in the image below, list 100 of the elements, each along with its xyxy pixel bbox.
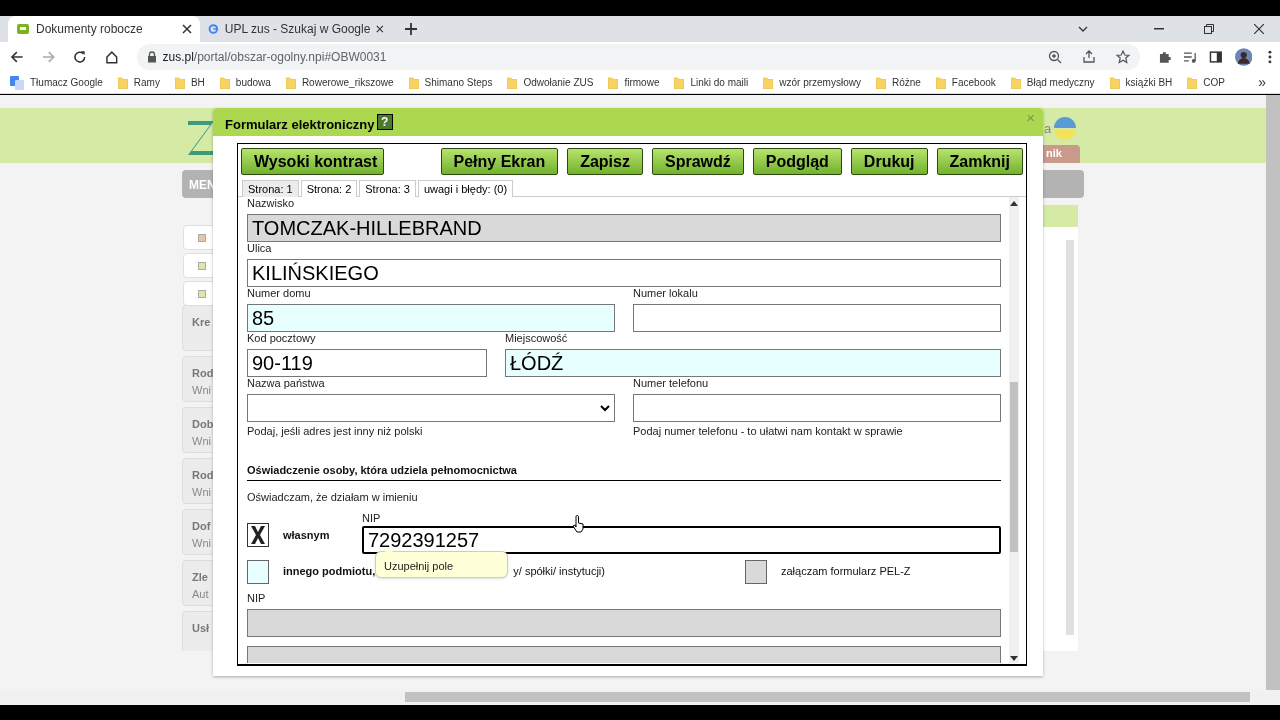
bookmark[interactable]: Ramy bbox=[117, 75, 160, 90]
field-label: Numer telefonu bbox=[633, 377, 710, 390]
help-button[interactable]: ? bbox=[376, 114, 393, 130]
field-label: NIP bbox=[362, 511, 381, 525]
toolbar-button[interactable]: Drukuj bbox=[850, 148, 928, 175]
card-subtitle: Wni bbox=[192, 434, 211, 449]
header-text: a bbox=[1044, 120, 1052, 138]
card-subtitle: Wni bbox=[192, 383, 211, 398]
field-label: Miejscowość bbox=[505, 332, 569, 345]
toolbar-button[interactable]: Pełny Ekran bbox=[440, 148, 559, 175]
input-field[interactable] bbox=[633, 394, 1001, 422]
card-title: Kre bbox=[192, 315, 211, 330]
folder-icon bbox=[174, 76, 185, 89]
input-field[interactable]: TOMCZAK-HILLEBRAND bbox=[247, 214, 1001, 242]
bookmark[interactable]: COP bbox=[1187, 75, 1225, 90]
tab-title: Dokumenty robocze bbox=[36, 21, 144, 38]
input-field[interactable]: 85 bbox=[247, 304, 615, 332]
more-icon[interactable] bbox=[1268, 50, 1272, 64]
bookmark[interactable]: Tłumacz Google bbox=[10, 75, 103, 90]
field-label: Numer lokalu bbox=[633, 287, 699, 300]
reload-icon[interactable] bbox=[73, 50, 87, 64]
folder-icon bbox=[285, 76, 296, 89]
browser-tab[interactable]: Dokumenty robocze bbox=[8, 16, 200, 42]
page-tab[interactable]: Strona: 1 bbox=[242, 180, 299, 197]
close-icon[interactable] bbox=[1254, 24, 1264, 34]
close-icon[interactable] bbox=[182, 24, 192, 34]
minimize-icon[interactable] bbox=[1154, 28, 1164, 30]
close-icon[interactable] bbox=[376, 24, 384, 34]
field-hint: Podaj numer telefonu - to ułatwi nam kontakt w sprawie bbox=[633, 424, 904, 439]
zoom-icon[interactable] bbox=[1047, 50, 1062, 64]
scroll-down-icon[interactable] bbox=[1010, 656, 1018, 661]
toolbar-button[interactable]: Podgląd bbox=[752, 148, 842, 175]
bookmark[interactable]: książki BH bbox=[1109, 75, 1173, 90]
side-panel-icon[interactable] bbox=[1208, 50, 1223, 64]
field-label: NIP bbox=[247, 591, 267, 605]
tooltip-arrow-icon bbox=[384, 546, 394, 553]
chevron-down-icon bbox=[600, 404, 610, 412]
folder-icon bbox=[1187, 76, 1198, 89]
bookmark[interactable]: Odwołanie ZUS bbox=[507, 75, 594, 90]
site-icon bbox=[16, 22, 30, 36]
card-title: Zle bbox=[192, 570, 208, 585]
bookmark[interactable]: firmowe bbox=[608, 75, 660, 90]
bookmark[interactable]: Shimano Steps bbox=[408, 75, 493, 90]
field-label: Numer domu bbox=[247, 287, 312, 300]
input-field[interactable]: ŁÓDŹ bbox=[505, 349, 1001, 377]
scrollbar-thumb[interactable] bbox=[1010, 382, 1018, 552]
input-field[interactable]: KILIŃSKIEGO bbox=[247, 259, 1001, 287]
validation-tooltip: Uzupełnij pole bbox=[375, 550, 508, 578]
bookmark[interactable]: wzór przemysłowy bbox=[763, 75, 861, 90]
toolbar-button[interactable]: Zapisz bbox=[567, 148, 643, 175]
folder-icon bbox=[763, 76, 774, 89]
page-tab[interactable]: Strona: 3 bbox=[359, 180, 416, 197]
folder-icon bbox=[117, 76, 128, 89]
back-icon[interactable] bbox=[10, 50, 24, 64]
dialog-title: Formularz elektroniczny bbox=[225, 116, 375, 135]
bookmark[interactable]: Błąd medyczny bbox=[1010, 75, 1095, 90]
page-tab[interactable]: Strona: 2 bbox=[300, 180, 358, 197]
tab-title: UPL zus - Szukaj w Google bbox=[224, 21, 371, 38]
bookmark[interactable]: budowa bbox=[219, 75, 271, 90]
bookmark[interactable]: Rowerowe_rikszowe bbox=[285, 75, 394, 90]
toolbar-button[interactable]: Zamknij bbox=[936, 148, 1023, 175]
card-title: Rod bbox=[192, 366, 214, 381]
card-subtitle: Aut bbox=[192, 587, 209, 602]
checkbox[interactable] bbox=[247, 522, 269, 547]
folder-icon bbox=[408, 76, 419, 89]
bookmark[interactable]: Facebook bbox=[935, 75, 996, 90]
folder-icon bbox=[219, 76, 230, 89]
input-field[interactable] bbox=[247, 608, 1001, 637]
avatar-icon[interactable] bbox=[1234, 48, 1253, 66]
toolbar-button[interactable]: Sprawdź bbox=[651, 148, 744, 175]
extensions-icon[interactable] bbox=[1157, 50, 1172, 64]
input-field[interactable]: 90-119 bbox=[247, 349, 487, 377]
select-field[interactable] bbox=[247, 394, 615, 422]
chevron-down-icon[interactable] bbox=[1078, 26, 1088, 32]
restore-icon[interactable] bbox=[1204, 24, 1214, 34]
field-label: Nazwisko bbox=[247, 197, 296, 210]
page-tab[interactable]: uwagi i błędy: (0) bbox=[417, 180, 514, 197]
folder-icon bbox=[1109, 76, 1120, 89]
folder-icon bbox=[507, 76, 518, 89]
option-label: innego podmiotu, bbox=[283, 564, 376, 580]
option-label-tail: y/ spółki/ instytucji) bbox=[513, 564, 605, 580]
flag-icon bbox=[1054, 117, 1076, 141]
star-icon[interactable] bbox=[1115, 50, 1130, 64]
input-field[interactable] bbox=[633, 304, 1001, 332]
option-label: własnym bbox=[283, 527, 331, 543]
bookmark[interactable]: Różne bbox=[875, 75, 921, 90]
new-tab-icon[interactable] bbox=[404, 22, 418, 36]
scroll-up-icon[interactable] bbox=[1010, 201, 1018, 206]
section-heading: Oświadczenie osoby, która udziela pełnomocnictwa bbox=[247, 461, 1001, 481]
media-icon[interactable] bbox=[1183, 50, 1197, 64]
folder-icon bbox=[875, 76, 886, 89]
bookmark[interactable]: BH bbox=[174, 75, 205, 90]
scrollbar-thumb[interactable] bbox=[405, 692, 1250, 702]
more-bookmarks[interactable]: » bbox=[1258, 72, 1266, 93]
home-icon[interactable] bbox=[104, 50, 119, 64]
bookmark[interactable]: Linki do maili bbox=[674, 75, 749, 90]
address-bar[interactable]: zus.pl/portal/obszar-ogolny.npi#OBW0031 bbox=[136, 44, 1140, 70]
toolbar-button[interactable]: Wysoki kontrast bbox=[241, 148, 384, 175]
checkbox[interactable] bbox=[247, 559, 269, 584]
share-icon[interactable] bbox=[1081, 50, 1096, 64]
